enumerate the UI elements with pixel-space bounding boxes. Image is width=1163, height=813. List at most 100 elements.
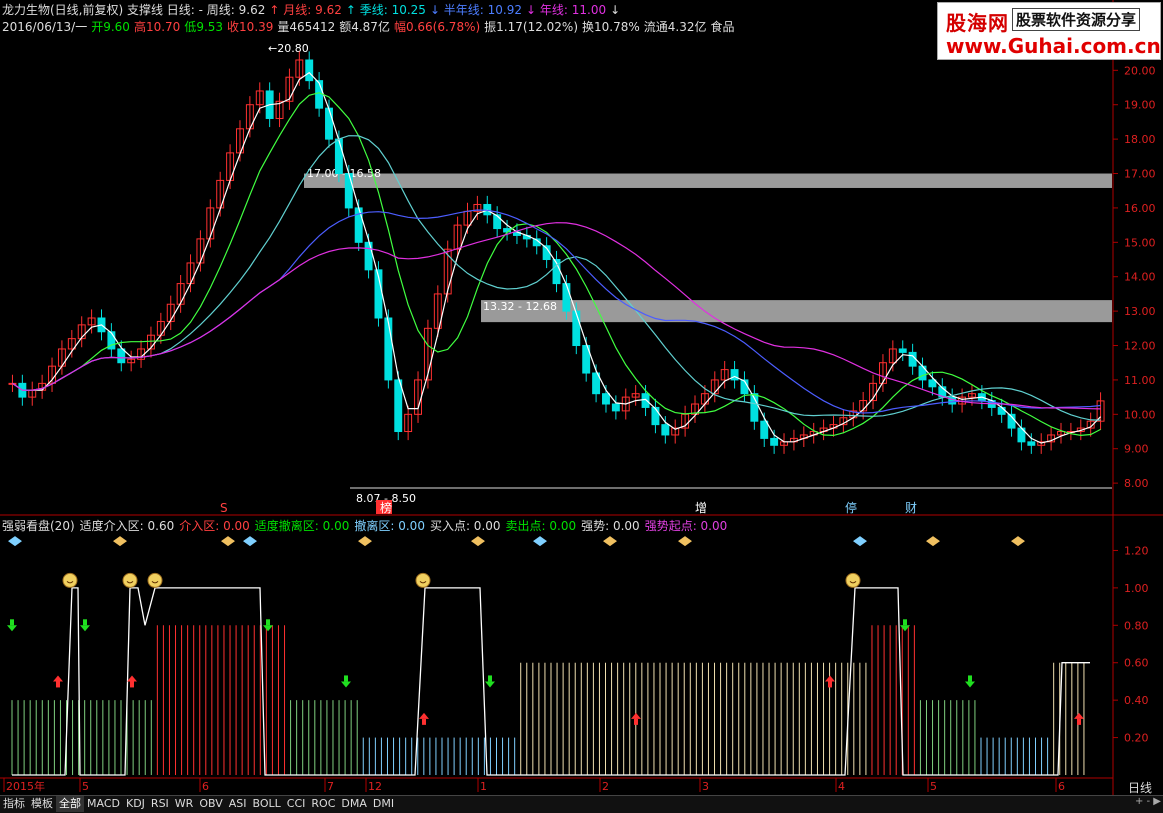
price-axis-label: 11.00 [1124,374,1156,387]
stock-chart[interactable]: 20.0019.0018.0017.0016.0015.0014.0013.00… [0,0,1163,812]
tab-6[interactable]: WR [172,796,197,812]
ohlc-item-5: 量465412 [277,20,336,34]
diamond-icon [113,536,127,547]
candle [661,424,670,436]
price-axis-label: 12.00 [1124,340,1156,353]
candle [997,406,1006,415]
tab-13[interactable]: DMI [370,796,397,812]
sell-arrow-icon [903,619,907,626]
diamond-icon [926,536,940,547]
event-marker: 榜 [380,500,392,515]
candle [117,348,126,364]
period-label[interactable]: 日线 [1128,779,1152,796]
indicator-header: 强弱看盘(20) 适度介入区: 0.60 介入区: 0.00 适度撤离区: 0.00 撤… [2,519,732,534]
candle [562,283,571,312]
price-axis-label: 17.00 [1124,168,1156,181]
price-axis-label: 13.00 [1124,305,1156,318]
resistance-label-1: 17.00 - 16.58 [307,167,381,180]
ohlc-item-8: 振1.17(12.02%) [484,20,579,34]
tab-1[interactable]: 模板 [28,796,56,812]
candle [730,369,739,381]
indicator-axis-label: 0.40 [1124,694,1149,707]
diamond-icon [243,536,257,547]
candle [898,348,907,353]
buy-arrow-icon [53,675,63,682]
diamond-icon [358,536,372,547]
buy-arrow-icon [825,675,835,682]
tab-10[interactable]: CCI [284,796,309,812]
candle [364,241,373,271]
ohlc-item-7: 幅0.66(6.78%) [393,20,481,34]
event-marker: 增 [695,501,707,515]
diamond-icon [678,536,692,547]
watermark-banner: 股海网 股票软件资源分享 www.Guhai.com.cn [937,2,1161,60]
buy-arrow-icon [422,718,426,725]
diamond-icon [471,536,485,547]
candle [305,59,314,82]
indicator-value-1: 适度介入区: 0.60 [79,519,175,533]
buy-arrow-icon [828,681,832,688]
time-axis-label: 5 [930,780,937,793]
indicator-value-4: 撤离区: 0.00 [354,519,425,533]
sell-arrow-icon [263,625,273,632]
tab-3[interactable]: MACD [84,796,123,812]
candle [641,393,650,408]
sell-arrow-icon [10,619,14,626]
sell-arrow-icon [266,619,270,626]
watermark-logo: 股海网 [946,11,1009,35]
ohlc-item-2: 高10.70 [133,20,181,34]
sell-arrow-icon [80,625,90,632]
ohlc-item-1: 开9.60 [91,20,130,34]
indicator-value-6: 卖出点: 0.00 [505,519,577,533]
buy-arrow-icon [1077,718,1081,725]
time-axis-label: 5 [82,780,89,793]
sell-arrow-icon [7,625,17,632]
price-axis-label: 10.00 [1124,408,1156,421]
indicator-value-2: 介入区: 0.00 [179,519,250,533]
indicator-value-0: 强弱看盘(20) [2,519,75,533]
ohlc-item-3: 低9.53 [184,20,224,34]
candle [651,406,660,426]
price-axis-label: 16.00 [1124,202,1156,215]
tab-9[interactable]: BOLL [250,796,284,812]
nav-buttons[interactable]: + - ▶ [1135,796,1161,807]
price-header-item-2: ↑ 季线: 10.25 [345,3,426,17]
sell-arrow-icon [83,619,87,626]
buy-arrow-icon [56,681,60,688]
ohlc-item-6: 额4.87亿 [339,20,390,34]
indicator-value-8: 强势起点: 0.00 [644,519,728,533]
tab-5[interactable]: RSI [148,796,172,812]
resistance-label-2: 13.32 - 12.68 [483,300,557,313]
buy-arrow-icon [127,675,137,682]
candle [770,437,779,446]
tab-8[interactable]: ASI [226,796,250,812]
sell-arrow-icon [488,675,492,682]
price-axis-label: 8.00 [1124,477,1149,490]
buy-arrow-icon [419,712,429,719]
candle [384,317,393,381]
tab-7[interactable]: OBV [196,796,225,812]
indicator-axis-label: 0.60 [1124,657,1149,670]
ohlc-header: 2016/06/13/一 开9.60 高10.70 低9.53 收10.39 量46541… [2,19,739,35]
time-axis-label: 7 [327,780,334,793]
watermark-tagline: 股票软件资源分享 [1012,8,1141,31]
diamond-icon [853,536,867,547]
ohlc-item-11: 食品 [710,20,735,34]
event-marker: 停 [845,500,857,515]
indicator-value-3: 适度撤离区: 0.00 [254,519,350,533]
candle [760,420,769,439]
buy-arrow-icon [631,712,641,719]
high-price-label: ←20.80 [268,42,309,55]
diamond-icon [8,536,22,547]
price-axis-label: 18.00 [1124,133,1156,146]
candle [611,403,620,412]
tab-2[interactable]: 全部 [56,796,84,812]
tab-11[interactable]: ROC [308,796,338,812]
smiley-icon [122,572,138,588]
time-axis-label: 6 [202,780,209,793]
tab-12[interactable]: DMA [338,796,370,812]
tab-0[interactable]: 指标 [0,796,28,812]
tab-4[interactable]: KDJ [123,796,148,812]
indicator-axis-label: 0.80 [1124,619,1149,632]
price-header-item-5: ↓ [610,3,621,17]
